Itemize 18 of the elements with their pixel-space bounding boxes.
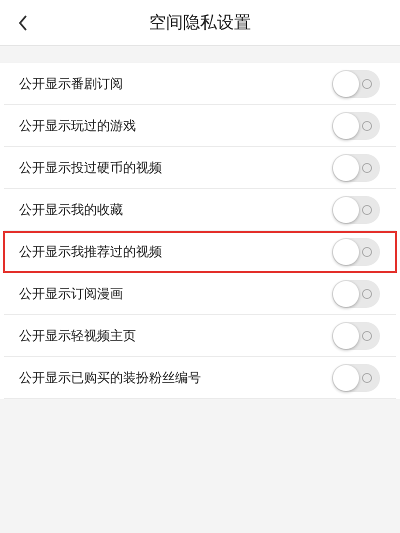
toggle-switch[interactable] — [332, 364, 380, 392]
page-title: 空间隐私设置 — [149, 12, 251, 34]
setting-label: 公开显示番剧订阅 — [19, 76, 123, 92]
toggle-switch[interactable] — [332, 154, 380, 182]
toggle-switch[interactable] — [332, 238, 380, 266]
back-icon[interactable] — [18, 15, 28, 31]
toggle-switch[interactable] — [332, 196, 380, 224]
toggle-switch[interactable] — [332, 112, 380, 140]
setting-label: 公开显示我的收藏 — [19, 202, 123, 218]
setting-label: 公开显示已购买的装扮粉丝编号 — [19, 370, 201, 386]
toggle-switch[interactable] — [332, 322, 380, 350]
setting-label: 公开显示投过硬币的视频 — [19, 160, 162, 176]
setting-label: 公开显示轻视频主页 — [19, 328, 136, 344]
setting-label: 公开显示订阅漫画 — [19, 286, 123, 302]
setting-label: 公开显示玩过的游戏 — [19, 118, 136, 134]
toggle-switch[interactable] — [332, 70, 380, 98]
setting-label: 公开显示我推荐过的视频 — [19, 244, 162, 261]
toggle-switch[interactable] — [332, 280, 380, 308]
